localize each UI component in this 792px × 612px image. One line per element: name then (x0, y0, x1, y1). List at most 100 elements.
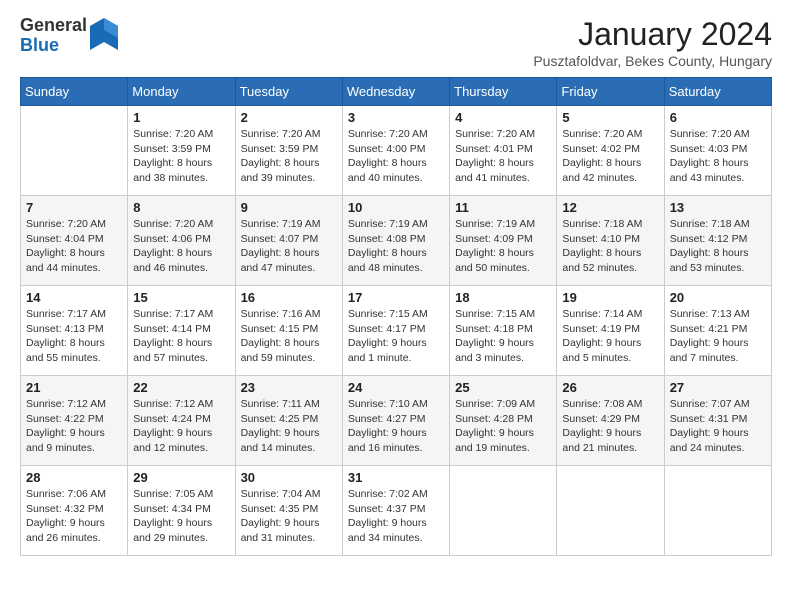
day-info: Sunrise: 7:19 AMSunset: 4:07 PMDaylight:… (241, 217, 337, 276)
day-info: Sunrise: 7:15 AMSunset: 4:17 PMDaylight:… (348, 307, 444, 366)
day-number: 26 (562, 380, 658, 395)
day-number: 21 (26, 380, 122, 395)
month-title: January 2024 (533, 16, 772, 53)
day-number: 13 (670, 200, 766, 215)
calendar-cell: 19 Sunrise: 7:14 AMSunset: 4:19 PMDayligh… (557, 286, 664, 376)
day-number: 30 (241, 470, 337, 485)
day-info: Sunrise: 7:20 AMSunset: 4:04 PMDaylight:… (26, 217, 122, 276)
calendar-cell: 1Sunrise: 7:20 AMSunset: 3:59 PMDaylight… (128, 106, 235, 196)
day-info: Sunrise: 7:16 AMSunset: 4:15 PMDaylight:… (241, 307, 337, 366)
calendar-cell: 22 Sunrise: 7:12 AMSunset: 4:24 PMDayligh… (128, 376, 235, 466)
day-info: Sunrise: 7:09 AMSunset: 4:28 PMDaylight:… (455, 397, 551, 456)
day-info: Sunrise: 7:12 AMSunset: 4:24 PMDaylight:… (133, 397, 229, 456)
calendar-cell: 13 Sunrise: 7:18 AMSunset: 4:12 PMDayligh… (664, 196, 771, 286)
calendar-cell: 20 Sunrise: 7:13 AMSunset: 4:21 PMDayligh… (664, 286, 771, 376)
day-info: Sunrise: 7:20 AMSunset: 4:01 PMDaylight:… (455, 127, 551, 186)
day-number: 17 (348, 290, 444, 305)
calendar-week-5: 28Sunrise: 7:06 AMSunset: 4:32 PMDayligh… (21, 466, 772, 556)
day-info: Sunrise: 7:15 AMSunset: 4:18 PMDaylight:… (455, 307, 551, 366)
day-number: 11 (455, 200, 551, 215)
calendar-cell: 12Sunrise: 7:18 AMSunset: 4:10 PMDayligh… (557, 196, 664, 286)
day-info: Sunrise: 7:19 AMSunset: 4:08 PMDaylight:… (348, 217, 444, 276)
calendar-cell: 11 Sunrise: 7:19 AMSunset: 4:09 PMDayligh… (450, 196, 557, 286)
day-info: Sunrise: 7:04 AMSunset: 4:35 PMDaylight:… (241, 487, 337, 546)
logo-icon (90, 18, 118, 50)
weekday-header-saturday: Saturday (664, 78, 771, 106)
day-info: Sunrise: 7:17 AMSunset: 4:14 PMDaylight:… (133, 307, 229, 366)
calendar-body: 1Sunrise: 7:20 AMSunset: 3:59 PMDaylight… (21, 106, 772, 556)
calendar-week-2: 7 Sunrise: 7:20 AMSunset: 4:04 PMDaylight… (21, 196, 772, 286)
day-number: 4 (455, 110, 551, 125)
calendar-week-3: 14 Sunrise: 7:17 AMSunset: 4:13 PMDayligh… (21, 286, 772, 376)
day-number: 2 (241, 110, 337, 125)
day-number: 28 (26, 470, 122, 485)
day-number: 24 (348, 380, 444, 395)
day-number: 7 (26, 200, 122, 215)
day-number: 29 (133, 470, 229, 485)
day-number: 10 (348, 200, 444, 215)
calendar-cell: 4 Sunrise: 7:20 AMSunset: 4:01 PMDaylight… (450, 106, 557, 196)
calendar-cell: 14 Sunrise: 7:17 AMSunset: 4:13 PMDayligh… (21, 286, 128, 376)
calendar-cell: 30 Sunrise: 7:04 AMSunset: 4:35 PMDayligh… (235, 466, 342, 556)
calendar-cell: 7 Sunrise: 7:20 AMSunset: 4:04 PMDaylight… (21, 196, 128, 286)
day-info: Sunrise: 7:13 AMSunset: 4:21 PMDaylight:… (670, 307, 766, 366)
calendar-cell: 27 Sunrise: 7:07 AMSunset: 4:31 PMDayligh… (664, 376, 771, 466)
day-number: 18 (455, 290, 551, 305)
day-number: 3 (348, 110, 444, 125)
day-info: Sunrise: 7:17 AMSunset: 4:13 PMDaylight:… (26, 307, 122, 366)
day-number: 23 (241, 380, 337, 395)
day-info: Sunrise: 7:05 AMSunset: 4:34 PMDaylight:… (133, 487, 229, 546)
logo: General Blue (20, 16, 118, 56)
weekday-header-tuesday: Tuesday (235, 78, 342, 106)
day-number: 8 (133, 200, 229, 215)
calendar-cell: 3 Sunrise: 7:20 AMSunset: 4:00 PMDaylight… (342, 106, 449, 196)
calendar-cell: 16 Sunrise: 7:16 AMSunset: 4:15 PMDayligh… (235, 286, 342, 376)
day-info: Sunrise: 7:20 AMSunset: 4:02 PMDaylight:… (562, 127, 658, 186)
calendar-cell: 31 Sunrise: 7:02 AMSunset: 4:37 PMDayligh… (342, 466, 449, 556)
calendar-cell: 9 Sunrise: 7:19 AMSunset: 4:07 PMDaylight… (235, 196, 342, 286)
logo-blue: Blue (20, 36, 87, 56)
weekday-header-monday: Monday (128, 78, 235, 106)
day-info: Sunrise: 7:20 AMSunset: 4:06 PMDaylight:… (133, 217, 229, 276)
weekday-header-wednesday: Wednesday (342, 78, 449, 106)
calendar-cell: 2Sunrise: 7:20 AMSunset: 3:59 PMDaylight… (235, 106, 342, 196)
calendar-cell: 29 Sunrise: 7:05 AMSunset: 4:34 PMDayligh… (128, 466, 235, 556)
day-info: Sunrise: 7:07 AMSunset: 4:31 PMDaylight:… (670, 397, 766, 456)
day-info: Sunrise: 7:14 AMSunset: 4:19 PMDaylight:… (562, 307, 658, 366)
day-number: 22 (133, 380, 229, 395)
day-info: Sunrise: 7:08 AMSunset: 4:29 PMDaylight:… (562, 397, 658, 456)
day-info: Sunrise: 7:18 AMSunset: 4:10 PMDaylight:… (562, 217, 658, 276)
day-info: Sunrise: 7:02 AMSunset: 4:37 PMDaylight:… (348, 487, 444, 546)
calendar-cell: 25 Sunrise: 7:09 AMSunset: 4:28 PMDayligh… (450, 376, 557, 466)
day-info: Sunrise: 7:18 AMSunset: 4:12 PMDaylight:… (670, 217, 766, 276)
calendar-cell: 23 Sunrise: 7:11 AMSunset: 4:25 PMDayligh… (235, 376, 342, 466)
day-info: Sunrise: 7:10 AMSunset: 4:27 PMDaylight:… (348, 397, 444, 456)
calendar-week-4: 21Sunrise: 7:12 AMSunset: 4:22 PMDayligh… (21, 376, 772, 466)
page-header: General Blue January 2024 Pusztafoldvar,… (20, 16, 772, 69)
day-number: 9 (241, 200, 337, 215)
calendar-cell: 15Sunrise: 7:17 AMSunset: 4:14 PMDayligh… (128, 286, 235, 376)
calendar-cell (21, 106, 128, 196)
day-number: 19 (562, 290, 658, 305)
day-number: 25 (455, 380, 551, 395)
day-number: 20 (670, 290, 766, 305)
day-info: Sunrise: 7:20 AMSunset: 4:00 PMDaylight:… (348, 127, 444, 186)
calendar-cell: 24 Sunrise: 7:10 AMSunset: 4:27 PMDayligh… (342, 376, 449, 466)
calendar-week-1: 1Sunrise: 7:20 AMSunset: 3:59 PMDaylight… (21, 106, 772, 196)
day-info: Sunrise: 7:19 AMSunset: 4:09 PMDaylight:… (455, 217, 551, 276)
day-number: 5 (562, 110, 658, 125)
calendar-cell: 6Sunrise: 7:20 AMSunset: 4:03 PMDaylight… (664, 106, 771, 196)
day-info: Sunrise: 7:11 AMSunset: 4:25 PMDaylight:… (241, 397, 337, 456)
day-number: 27 (670, 380, 766, 395)
day-number: 14 (26, 290, 122, 305)
weekday-header-friday: Friday (557, 78, 664, 106)
day-number: 31 (348, 470, 444, 485)
calendar-cell (664, 466, 771, 556)
logo-general: General (20, 16, 87, 36)
day-number: 16 (241, 290, 337, 305)
weekday-header-sunday: Sunday (21, 78, 128, 106)
day-info: Sunrise: 7:20 AMSunset: 3:59 PMDaylight:… (133, 127, 229, 186)
calendar-cell (557, 466, 664, 556)
calendar-table: SundayMondayTuesdayWednesdayThursdayFrid… (20, 77, 772, 556)
location: Pusztafoldvar, Bekes County, Hungary (533, 53, 772, 69)
